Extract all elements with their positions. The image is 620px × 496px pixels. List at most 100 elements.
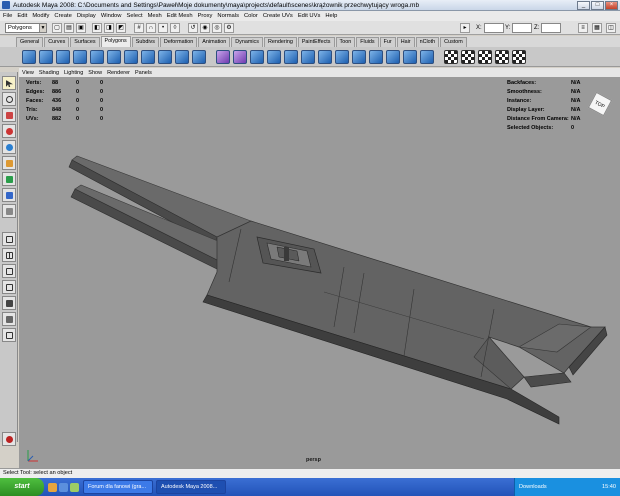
task-forum-window[interactable]: Forum dla fanowi (gra... (83, 480, 153, 494)
shelf-tab-surfaces[interactable]: Surfaces (70, 37, 100, 47)
shelf-tab-rendering[interactable]: Rendering (263, 37, 297, 47)
panel-menu-shading[interactable]: Shading (39, 70, 59, 76)
render-settings-icon[interactable]: ⚙ (224, 23, 234, 33)
menu-window[interactable]: Window (101, 13, 122, 19)
boolean-difference-icon[interactable] (284, 50, 298, 64)
panel-menu-view[interactable]: View (22, 70, 34, 76)
menu-select[interactable]: Select (126, 13, 142, 19)
poly-helix-icon[interactable] (175, 50, 189, 64)
snap-point-icon[interactable]: • (158, 23, 168, 33)
menu-proxy[interactable]: Proxy (198, 13, 213, 19)
z-field[interactable] (541, 23, 562, 33)
panel-menu-panels[interactable]: Panels (135, 70, 152, 76)
poly-cube-icon[interactable] (39, 50, 53, 64)
planar-mapping-icon[interactable] (444, 50, 458, 64)
menu-color[interactable]: Color (244, 13, 258, 19)
paint-select-tool-icon[interactable] (2, 108, 16, 122)
show-desktop-icon[interactable] (70, 482, 79, 492)
ie-icon[interactable] (59, 482, 68, 492)
shelf-tab-custom[interactable]: Custom (440, 37, 467, 47)
poly-prism-icon[interactable] (124, 50, 138, 64)
menu-edit-mesh[interactable]: Edit Mesh (167, 13, 193, 19)
close-button[interactable]: × (605, 1, 618, 10)
tool-settings-icon[interactable]: ◫ (606, 23, 616, 33)
menu-edit-uvs[interactable]: Edit UVs (298, 13, 321, 19)
quadrangulate-icon[interactable] (369, 50, 383, 64)
select-hierarchy-icon[interactable]: ◧ (92, 23, 102, 33)
perspective-viewport[interactable]: Verts: 88 0 0 Edges: 886 0 0 Faces: 436 … (19, 77, 620, 468)
start-button[interactable]: start (0, 478, 44, 496)
menu-create-uvs[interactable]: Create UVs (263, 13, 293, 19)
single-pane-layout-icon[interactable] (2, 232, 16, 246)
menu-help[interactable]: Help (325, 13, 337, 19)
menu-modify[interactable]: Modify (32, 13, 49, 19)
menu-mesh[interactable]: Mesh (148, 13, 162, 19)
move-tool-icon[interactable] (2, 124, 16, 138)
shelf-tab-hair[interactable]: Hair (396, 37, 415, 47)
snap-grid-icon[interactable]: # (134, 23, 144, 33)
panel-menu-lighting[interactable]: Lighting (64, 70, 83, 76)
scale-tool-icon[interactable] (2, 156, 16, 170)
menu-edit[interactable]: Edit (17, 13, 27, 19)
snap-curve-icon[interactable]: ∩ (146, 23, 156, 33)
persp-graph-layout-icon[interactable] (2, 280, 16, 294)
poly-pipe-icon[interactable] (158, 50, 172, 64)
shelf-tab-fluids[interactable]: Fluids (356, 37, 379, 47)
poly-cylinder-icon[interactable] (56, 50, 70, 64)
select-tool-icon[interactable] (2, 76, 16, 90)
panel-menu-renderer[interactable]: Renderer (107, 70, 130, 76)
boolean-union-icon[interactable] (267, 50, 281, 64)
shelf-tab-curves[interactable]: Curves (44, 37, 70, 47)
shelf-tab-animation[interactable]: Animation (198, 37, 231, 47)
new-scene-icon[interactable]: ▢ (52, 23, 62, 33)
task-maya-window[interactable]: Autodesk Maya 2008... (156, 480, 226, 494)
soft-mod-tool-icon[interactable] (2, 188, 16, 202)
menu-normals[interactable]: Normals (217, 13, 239, 19)
separate-icon[interactable] (233, 50, 247, 64)
boolean-intersection-icon[interactable] (301, 50, 315, 64)
cylindrical-mapping-icon[interactable] (461, 50, 475, 64)
firefox-icon[interactable] (48, 482, 57, 492)
shelf-tab-painteffects[interactable]: PaintEffects (297, 37, 335, 47)
show-manipulator-icon[interactable] (2, 204, 16, 218)
shelf-tab-fur[interactable]: Fur (379, 37, 396, 47)
smooth-icon[interactable] (335, 50, 349, 64)
dope-sheet-layout-icon[interactable] (2, 328, 16, 342)
poly-torus-icon[interactable] (107, 50, 121, 64)
y-field[interactable] (512, 23, 533, 33)
four-pane-layout-icon[interactable] (2, 248, 16, 262)
rotate-tool-icon[interactable] (2, 140, 16, 154)
outliner-layout-icon[interactable] (2, 312, 16, 326)
automatic-mapping-icon[interactable] (495, 50, 509, 64)
history-icon[interactable]: ↺ (188, 23, 198, 33)
channel-box-icon[interactable]: ≡ (578, 23, 588, 33)
combine-icon[interactable] (216, 50, 230, 64)
select-component-icon[interactable]: ◩ (116, 23, 126, 33)
menu-file[interactable]: File (3, 13, 12, 19)
x-field[interactable] (483, 23, 504, 33)
menu-create[interactable]: Create (54, 13, 71, 19)
poly-plane-icon[interactable] (90, 50, 104, 64)
persp-outliner-layout-icon[interactable] (2, 264, 16, 278)
shelf-tab-polygons[interactable]: Polygons (100, 36, 131, 47)
bridge-icon[interactable] (403, 50, 417, 64)
poly-cone-icon[interactable] (73, 50, 87, 64)
menu-display[interactable]: Display (77, 13, 96, 19)
snap-view-plane-icon[interactable]: ◊ (170, 23, 180, 33)
shelf-tab-dynamics[interactable]: Dynamics (231, 37, 263, 47)
hypershade-layout-icon[interactable] (2, 296, 16, 310)
universal-manipulator-icon[interactable] (2, 172, 16, 186)
render-icon[interactable]: ◉ (200, 23, 210, 33)
menu-set-dropdown[interactable]: Polygons ▼ (5, 23, 47, 33)
panel-menu-show[interactable]: Show (88, 70, 102, 76)
tray-downloads[interactable]: Downloads (519, 484, 547, 490)
uv-texture-editor-icon[interactable] (512, 50, 526, 64)
select-object-icon[interactable]: ◨ (104, 23, 114, 33)
append-polygon-icon[interactable] (420, 50, 434, 64)
ipr-render-icon[interactable]: ◎ (212, 23, 222, 33)
extrude-icon[interactable] (386, 50, 400, 64)
attribute-editor-icon[interactable]: ▦ (592, 23, 602, 33)
shelf-tab-deformation[interactable]: Deformation (159, 37, 198, 47)
poly-soccer-ball-icon[interactable] (192, 50, 206, 64)
input-mode-icon[interactable]: ▸ (460, 23, 470, 33)
